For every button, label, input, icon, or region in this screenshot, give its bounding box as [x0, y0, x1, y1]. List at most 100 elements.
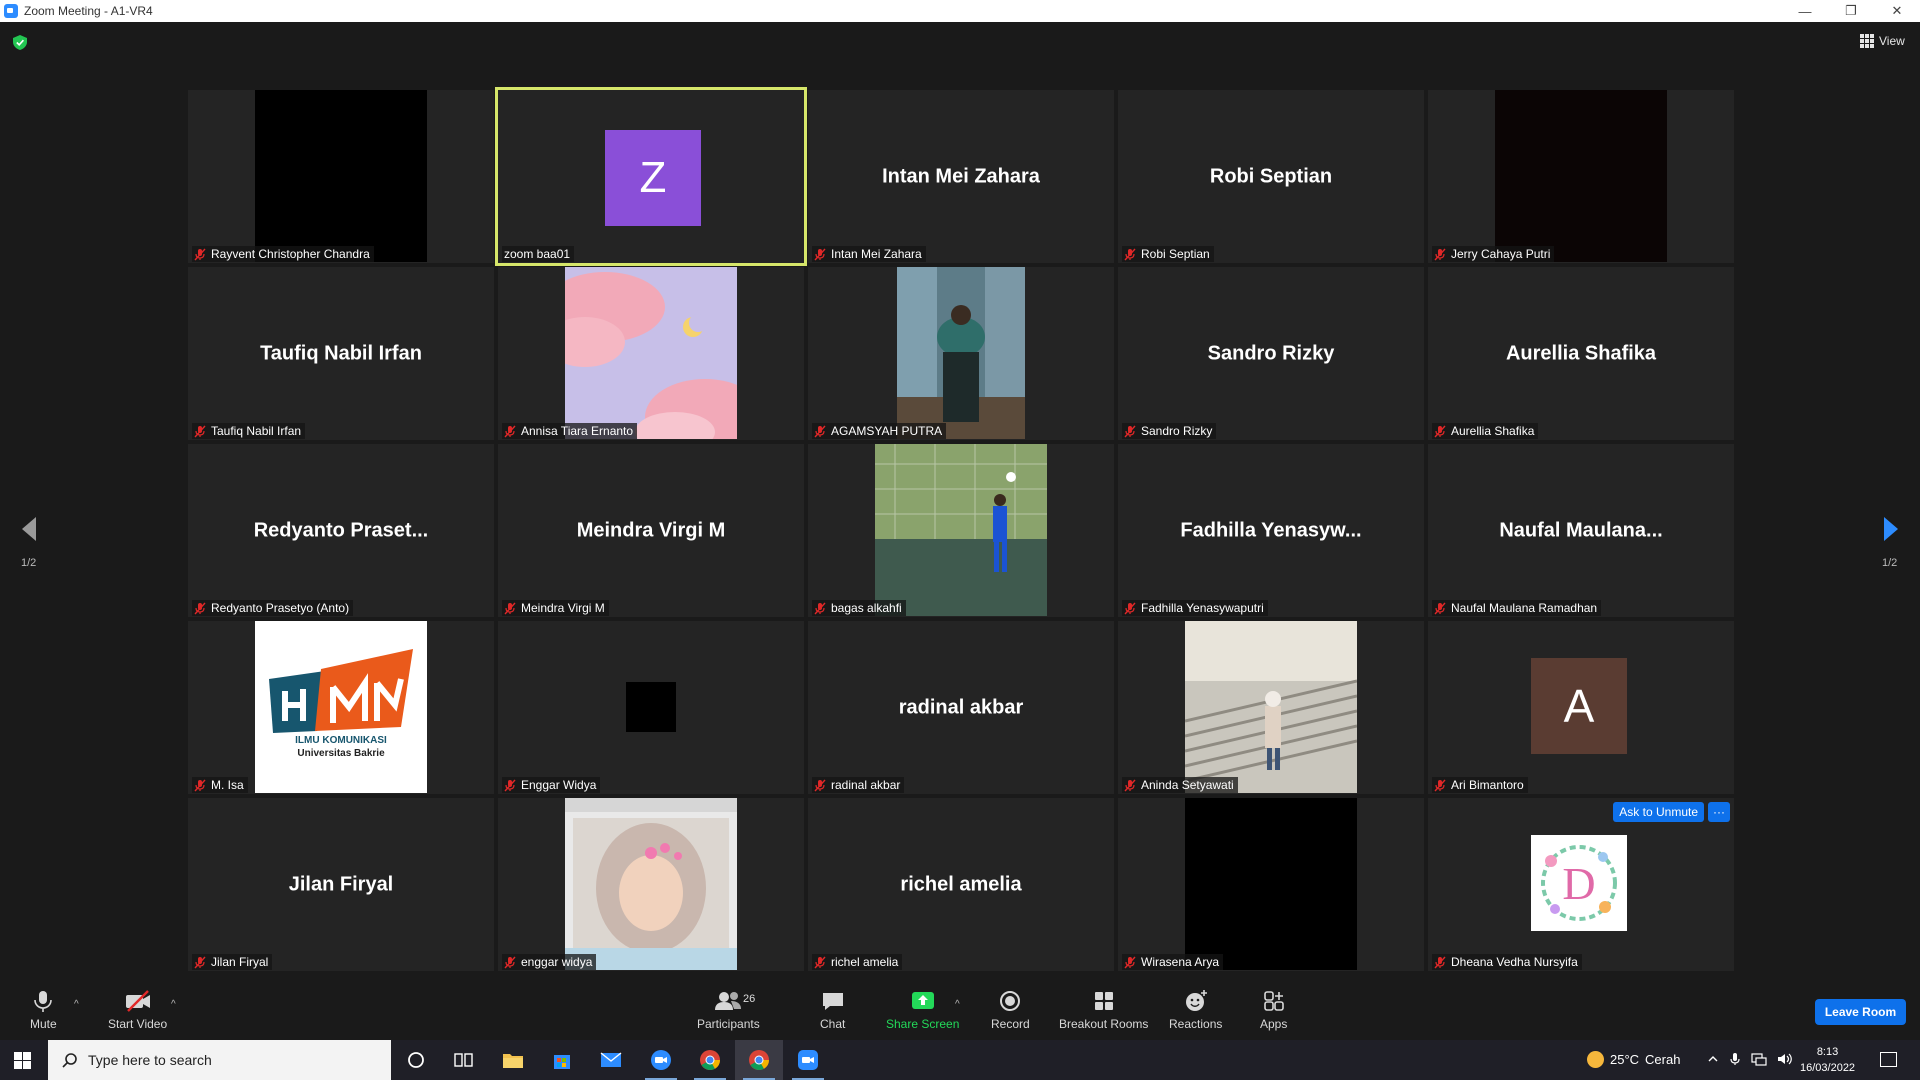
weather-temperature: 25°C	[1610, 1052, 1640, 1067]
mic-muted-icon	[1434, 425, 1446, 437]
participant-tile[interactable]: Redyanto Praset... Redyanto Prasetyo (An…	[188, 444, 494, 617]
share-options-caret-icon[interactable]: ^	[955, 999, 960, 1010]
participant-tile[interactable]: Enggar Widya	[498, 621, 804, 794]
participant-tile[interactable]: enggar widya	[498, 798, 804, 971]
participant-tile[interactable]: Wirasena Arya	[1118, 798, 1424, 971]
participant-tile[interactable]: Sandro Rizky Sandro Rizky	[1118, 267, 1424, 440]
participant-tile[interactable]: Taufiq Nabil Irfan Taufiq Nabil Irfan	[188, 267, 494, 440]
security-shield-icon[interactable]	[13, 35, 27, 50]
more-options-button[interactable]: ···	[1708, 802, 1730, 822]
participant-display-name: richel amelia	[900, 873, 1022, 895]
participant-name: Aurellia Shafika	[1451, 424, 1535, 438]
mic-muted-icon	[814, 248, 826, 260]
participant-video	[255, 90, 427, 262]
title-bar: Zoom Meeting - A1-VR4 — ❐ ✕	[0, 0, 1920, 22]
participant-tile[interactable]: Aurellia Shafika Aurellia Shafika	[1428, 267, 1734, 440]
participant-tile[interactable]: Fadhilla Yenasyw... Fadhilla Yenasywaput…	[1118, 444, 1424, 617]
task-view-icon[interactable]	[440, 1040, 488, 1080]
participant-name: richel amelia	[831, 955, 899, 969]
participant-name-label: Sandro Rizky	[1122, 423, 1217, 439]
participant-tile[interactable]: Rayvent Christopher Chandra	[188, 90, 494, 263]
participant-tile[interactable]: Meindra Virgi M Meindra Virgi M	[498, 444, 804, 617]
close-button[interactable]: ✕	[1874, 0, 1920, 22]
participant-name-label: AGAMSYAH PUTRA	[812, 423, 947, 439]
system-clock[interactable]: 8:13 16/03/2022	[1800, 1044, 1855, 1076]
participant-tile[interactable]: radinal akbar radinal akbar	[808, 621, 1114, 794]
breakout-rooms-icon	[1094, 992, 1113, 1010]
participant-tile[interactable]: Naufal Maulana... Naufal Maulana Ramadha…	[1428, 444, 1734, 617]
microphone-tray-icon[interactable]	[1729, 1052, 1741, 1066]
mic-muted-icon	[504, 779, 516, 791]
breakout-rooms-button[interactable]: Breakout Rooms	[1059, 989, 1148, 1031]
participant-tile[interactable]: ILMU KOMUNIKASI Universitas Bakrie M. Is…	[188, 621, 494, 794]
participant-tile-active-speaker[interactable]: Z zoom baa01	[495, 87, 807, 266]
participant-tile[interactable]: Aninda Setyawati	[1118, 621, 1424, 794]
participant-name: enggar widya	[521, 955, 593, 969]
participant-name-label: Wirasena Arya	[1122, 954, 1224, 970]
participant-tile[interactable]: AGAMSYAH PUTRA	[808, 267, 1114, 440]
participant-tile[interactable]: A Ari Bimantoro	[1428, 621, 1734, 794]
video-options-caret-icon[interactable]: ^	[171, 999, 176, 1010]
mail-icon[interactable]	[587, 1040, 635, 1080]
participant-name: AGAMSYAH PUTRA	[831, 424, 943, 438]
start-video-button[interactable]: Start Video	[108, 989, 167, 1031]
participant-tile[interactable]: richel amelia richel amelia	[808, 798, 1114, 971]
participant-tile[interactable]: Jerry Cahaya Putri	[1428, 90, 1734, 263]
participant-name: Jilan Firyal	[211, 955, 269, 969]
view-button[interactable]: View	[1860, 34, 1905, 48]
page-indicator-left: 1/2	[21, 557, 37, 569]
participant-tile[interactable]: Jilan Firyal Jilan Firyal	[188, 798, 494, 971]
share-screen-icon	[911, 992, 934, 1009]
mute-button[interactable]: Mute	[30, 989, 57, 1031]
taskbar-search-input[interactable]	[88, 1052, 348, 1068]
microphone-icon	[34, 991, 53, 1012]
chat-label: Chat	[820, 1017, 846, 1031]
taskbar-search-box[interactable]	[48, 1040, 391, 1080]
share-screen-label: Share Screen	[886, 1017, 960, 1031]
participant-tile[interactable]: bagas alkahfi	[808, 444, 1114, 617]
participant-display-name: Redyanto Praset...	[253, 519, 429, 541]
minimize-button[interactable]: —	[1782, 0, 1828, 22]
next-page-arrow-icon[interactable]	[1880, 515, 1902, 543]
participant-name: Redyanto Prasetyo (Anto)	[211, 601, 350, 615]
chat-button[interactable]: Chat	[820, 989, 845, 1031]
leave-room-button[interactable]: Leave Room	[1815, 999, 1906, 1025]
chrome-icon[interactable]	[686, 1040, 734, 1080]
participant-tile[interactable]: Intan Mei Zahara Intan Mei Zahara	[808, 90, 1114, 263]
share-screen-button[interactable]: Share Screen	[886, 989, 959, 1031]
zoom-app-icon	[4, 4, 18, 18]
participant-name: bagas alkahfi	[831, 601, 902, 615]
mic-muted-icon	[814, 425, 826, 437]
reactions-button[interactable]: Reactions	[1169, 989, 1222, 1031]
zoom-taskbar-icon[interactable]	[637, 1040, 685, 1080]
logo-text: ILMU KOMUNIKASI	[295, 735, 387, 746]
microsoft-store-icon[interactable]	[538, 1040, 586, 1080]
avatar-letter: D	[1562, 858, 1595, 909]
participant-name-label: Redyanto Prasetyo (Anto)	[192, 600, 354, 616]
notification-center-icon[interactable]	[1880, 1052, 1897, 1067]
file-explorer-icon[interactable]	[489, 1040, 537, 1080]
windows-start-icon[interactable]	[14, 1052, 31, 1069]
audio-options-caret-icon[interactable]: ^	[74, 999, 79, 1010]
zoom-meeting-taskbar-icon[interactable]	[784, 1040, 832, 1080]
restore-button[interactable]: ❐	[1828, 0, 1874, 22]
participant-display-name: Fadhilla Yenasyw...	[1180, 519, 1362, 541]
participant-tile[interactable]: D Ask to Unmute ··· Dheana Vedha Nursyif…	[1428, 798, 1734, 971]
volume-icon[interactable]	[1777, 1052, 1793, 1066]
previous-page-arrow-icon[interactable]	[18, 515, 40, 543]
cortana-icon[interactable]	[392, 1040, 440, 1080]
university-logo: ILMU KOMUNIKASI Universitas Bakrie	[255, 621, 427, 793]
record-button[interactable]: Record	[991, 989, 1030, 1031]
windows-taskbar: 25°C Cerah 8:13 16/03/2022	[0, 1040, 1920, 1080]
participant-tile[interactable]: Annisa Tiara Ernanto	[498, 267, 804, 440]
profile-picture-clouds-moon	[565, 267, 737, 439]
ask-to-unmute-button[interactable]: Ask to Unmute	[1613, 802, 1704, 822]
show-hidden-icons-chevron-icon[interactable]	[1707, 1052, 1719, 1066]
participant-name-label: Rayvent Christopher Chandra	[192, 246, 374, 262]
weather-widget[interactable]: 25°C Cerah	[1587, 1051, 1680, 1068]
apps-button[interactable]: Apps	[1260, 989, 1287, 1031]
mic-muted-icon	[1434, 248, 1446, 260]
network-icon[interactable]	[1751, 1052, 1767, 1066]
chrome-profile-icon[interactable]	[735, 1040, 783, 1080]
participant-tile[interactable]: Robi Septian Robi Septian	[1118, 90, 1424, 263]
